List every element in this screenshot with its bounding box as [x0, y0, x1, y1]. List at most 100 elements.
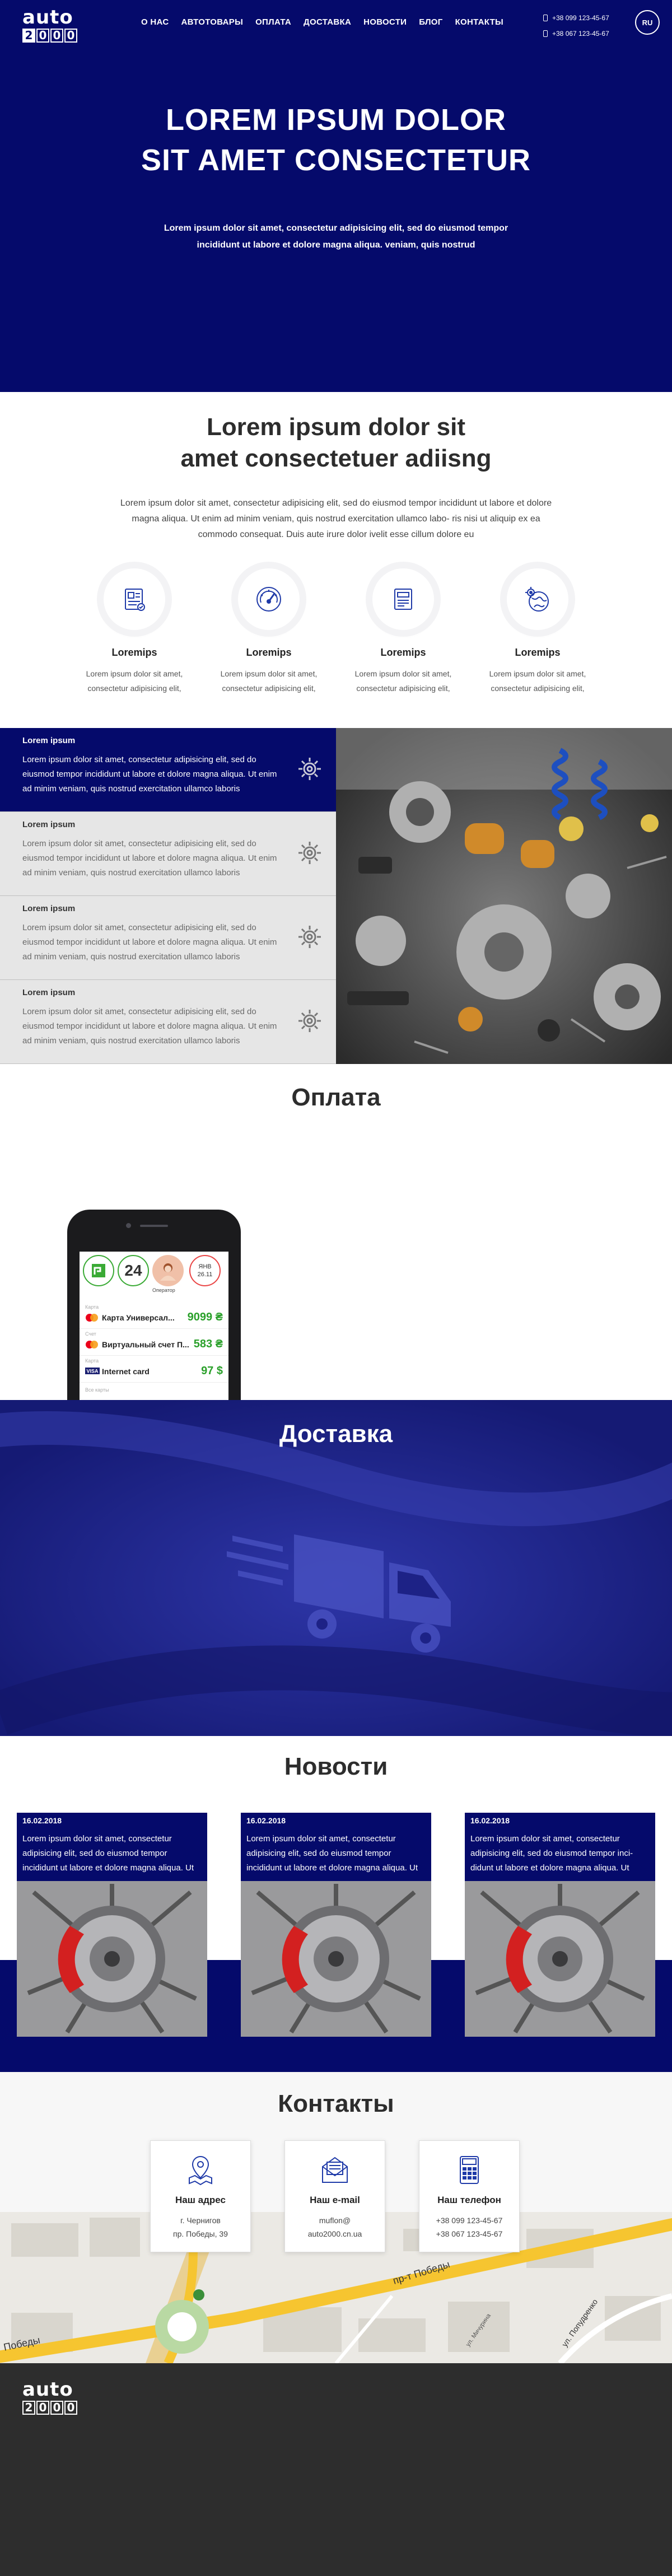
feature-text: Lorem ipsum dolor sit amet, consectetur …	[86, 669, 183, 693]
phone-mockup: 24 Оператор ЯНВ 26.11 Карта Карта Универ…	[67, 1210, 241, 1400]
nav-item-delivery[interactable]: ДОСТАВКА	[304, 17, 351, 27]
catalog-icon	[125, 589, 145, 611]
header-phone[interactable]: +38 067 123-45-67	[543, 26, 609, 41]
intro-text: Lorem ipsum dolor sit amet, consectetur …	[120, 498, 552, 539]
counter-tile[interactable]: 24	[118, 1255, 149, 1286]
logo-digit: 2	[22, 29, 35, 43]
nav-item-contacts[interactable]: КОНТАКТЫ	[455, 17, 503, 27]
card-type: Карта	[85, 1358, 99, 1364]
brake-disc-image	[241, 1881, 431, 2037]
accordion-text: Lorem ipsum dolor sit amet, consectetur …	[22, 755, 277, 794]
header-phone[interactable]: +38 099 123-45-67	[543, 10, 609, 26]
contact-card-address: Наш адрес г. Чернигов пр. Победы, 39	[150, 2140, 251, 2252]
hero-section: auto 2 0 0 0 О НАС АВТОТОВАРЫ ОПЛАТА ДОС…	[0, 0, 672, 392]
logo-digit: 0	[50, 2401, 63, 2415]
accordion-item[interactable]: Lorem ipsum Lorem ipsum dolor sit amet, …	[0, 896, 336, 980]
contact-card-line: пр. Победы, 39	[173, 2229, 228, 2238]
accordion-item[interactable]: Lorem ipsum Lorem ipsum dolor sit amet, …	[0, 812, 336, 896]
nav-item-about[interactable]: О НАС	[141, 17, 169, 27]
header-phone-number: +38 067 123-45-67	[552, 30, 609, 38]
nav-item-payment[interactable]: ОПЛАТА	[255, 17, 291, 27]
news-date: 16.02.2018	[246, 1816, 286, 1825]
services-accordion-section: Lorem ipsum Lorem ipsum dolor sit amet, …	[0, 728, 672, 1064]
contact-card-line: г. Чернигов	[180, 2216, 221, 2225]
footer-logo[interactable]: auto 2 0 0 0	[22, 2380, 78, 2415]
card-row[interactable]: Счет Виртуальный счет П... 583 ₴	[80, 1329, 228, 1356]
date-tile[interactable]: ЯНВ 26.11	[189, 1255, 221, 1286]
accordion-item[interactable]: Lorem ipsum Lorem ipsum dolor sit amet, …	[0, 980, 336, 1064]
contact-card-text[interactable]: muflon@ auto2000.cn.ua	[285, 2214, 385, 2241]
card-balance: 583 ₴	[193, 1338, 223, 1350]
privat-logo-tile[interactable]	[83, 1255, 114, 1286]
phone-speaker	[140, 1225, 168, 1227]
accordion-text: Lorem ipsum dolor sit amet, consectetur …	[22, 839, 277, 878]
avatar-icon	[160, 1263, 176, 1281]
contact-card-line: +38 099 123-45-67	[436, 2216, 503, 2225]
date-tile-day: 26.11	[197, 1271, 213, 1278]
delivery-section: Доставка	[0, 1400, 672, 1736]
feature-icon-circle	[372, 568, 434, 630]
all-cards-link[interactable]: Все карты	[85, 1387, 109, 1393]
logo-digits: 2 0 0 0	[22, 2401, 78, 2415]
phone-camera	[126, 1223, 131, 1228]
features-row: Loremips Lorem ipsum dolor sit amet, con…	[0, 568, 672, 703]
hero-text: Lorem ipsum dolor sit amet, consectetur …	[164, 223, 508, 250]
operator-avatar[interactable]	[152, 1255, 184, 1286]
feature-icon-circle	[104, 568, 165, 630]
feature-title: Loremips	[111, 647, 157, 658]
nav-item-products[interactable]: АВТОТОВАРЫ	[181, 17, 243, 27]
envelope-icon	[322, 2157, 348, 2183]
card-row[interactable]: Карта VISA Internet card 97 $	[80, 1356, 228, 1383]
logo[interactable]: auto 2 0 0 0	[22, 8, 78, 43]
news-card-header: 16.02.2018 Lorem ipsum dolor sit amet, c…	[465, 1813, 655, 1881]
brake-disc-image	[17, 1881, 207, 2037]
nav-item-news[interactable]: НОВОСТИ	[363, 17, 407, 27]
feature-item: Loremips Lorem ipsum dolor sit amet, con…	[336, 568, 470, 696]
accordion-item[interactable]: Lorem ipsum Lorem ipsum dolor sit amet, …	[0, 728, 336, 812]
intro-title-line: amet consectetuer adiisng	[180, 445, 492, 472]
logo-digits: 2 0 0 0	[22, 29, 78, 43]
card-row[interactable]: Карта Карта Универсал... 9099 ₴	[80, 1302, 228, 1329]
news-card[interactable]: 16.02.2018 Lorem ipsum dolor sit amet, c…	[17, 1813, 207, 2037]
feature-icon-circle	[507, 568, 568, 630]
news-card-header: 16.02.2018 Lorem ipsum dolor sit amet, c…	[17, 1813, 207, 1881]
logo-word: auto	[22, 2378, 73, 2401]
date-tile-month: ЯНВ	[198, 1263, 212, 1270]
card-name: Карта Универсал...	[102, 1313, 175, 1322]
hero-title-line: SIT AMET CONSECTETUR	[141, 143, 531, 177]
speedometer-icon	[256, 587, 281, 612]
news-card[interactable]: 16.02.2018 Lorem ipsum dolor sit amet, c…	[465, 1813, 655, 2037]
nav-item-blog[interactable]: БЛОГ	[419, 17, 442, 27]
language-switcher[interactable]: RU	[635, 10, 660, 35]
contact-card-line: +38 067 123-45-67	[436, 2229, 503, 2238]
news-text: Lorem ipsum dolor sit amet, consectetur …	[246, 1834, 418, 1873]
phone-icon	[460, 2156, 479, 2184]
hero-title: LOREM IPSUM DOLOR SIT AMET CONSECTETUR	[0, 100, 672, 180]
footer: auto 2 0 0 0	[0, 2363, 672, 2576]
logo-digit: 0	[36, 29, 49, 43]
contact-card-title: Наш телефон	[437, 2195, 501, 2205]
auto-parts-image	[336, 728, 672, 1064]
card-type: Счет	[85, 1331, 96, 1337]
news-card[interactable]: 16.02.2018 Lorem ipsum dolor sit amet, c…	[241, 1813, 431, 2037]
contact-card-phone: Наш телефон +38 099 123-45-67 +38 067 12…	[419, 2140, 520, 2252]
header-phone-number: +38 099 123-45-67	[552, 14, 609, 22]
feature-title: Loremips	[380, 647, 426, 658]
intro-title-line: Lorem ipsum dolor sit	[206, 413, 466, 441]
news-title: Новости	[284, 1753, 388, 1780]
feature-item: Loremips Lorem ipsum dolor sit amet, con…	[202, 568, 336, 696]
logo-digit: 0	[50, 29, 63, 43]
feature-item: Loremips Lorem ipsum dolor sit amet, con…	[470, 568, 605, 696]
gear-icon	[298, 926, 321, 948]
gear-icon	[298, 842, 321, 864]
svg-text:VISA: VISA	[86, 1369, 99, 1374]
logo-digit: 0	[64, 2401, 77, 2415]
visa-icon: VISA	[85, 1368, 100, 1374]
contact-card-text[interactable]: +38 099 123-45-67 +38 067 123-45-67	[419, 2214, 519, 2241]
card-balance: 97 $	[201, 1365, 223, 1377]
logo-word: auto	[22, 6, 73, 29]
accordion-title: Lorem ipsum	[22, 820, 76, 829]
accordion-title: Lorem ipsum	[22, 904, 76, 913]
feature-text: Lorem ipsum dolor sit amet, consectetur …	[354, 669, 452, 693]
intro-title: Lorem ipsum dolor sit amet consectetuer …	[0, 412, 672, 474]
